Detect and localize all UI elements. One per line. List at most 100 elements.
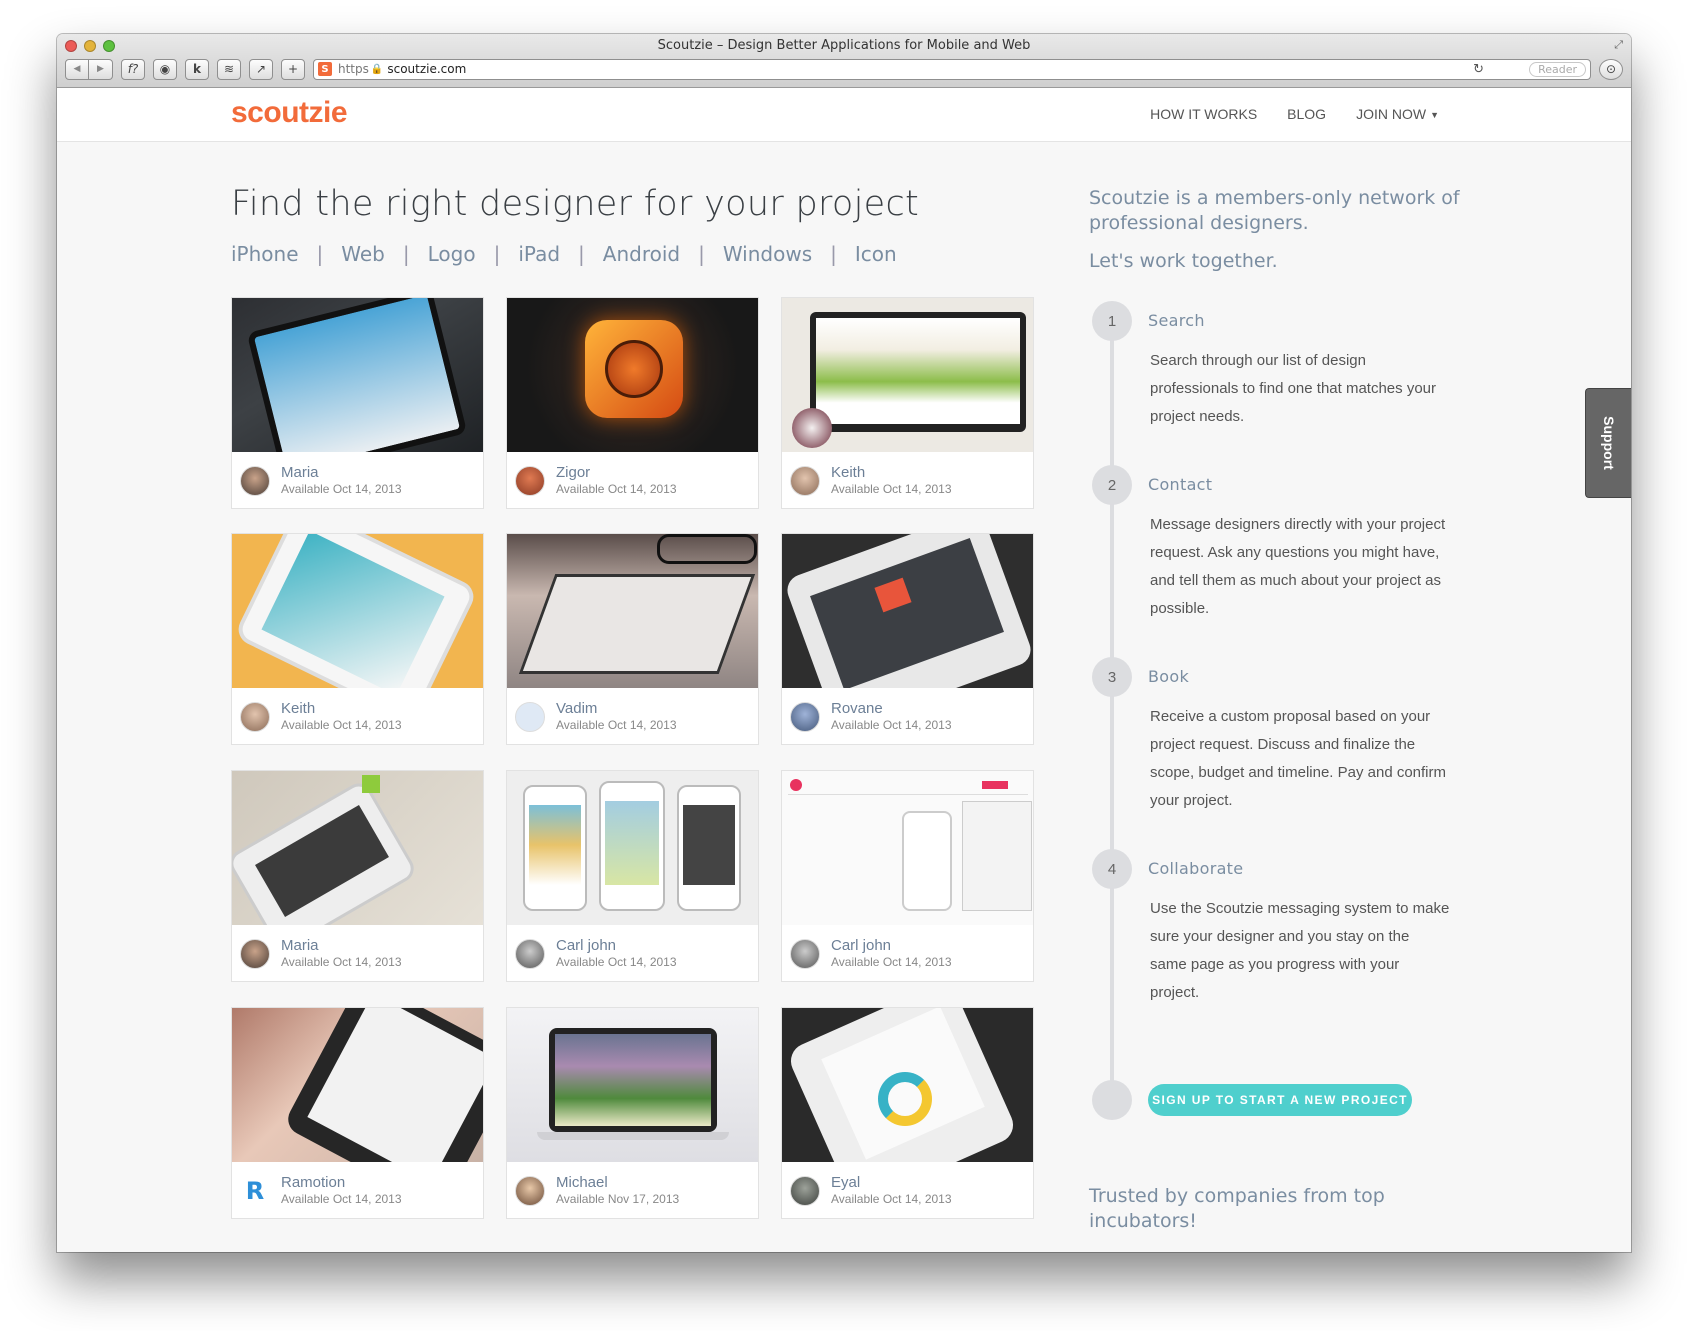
designer-card[interactable]: Carl john Available Oct 14, 2013 — [506, 770, 759, 982]
nav-how-it-works[interactable]: HOW IT WORKS — [1150, 106, 1257, 122]
designer-card[interactable]: Michael Available Nov 17, 2013 — [506, 1007, 759, 1219]
back-icon[interactable]: ◀ — [65, 58, 89, 80]
designer-name[interactable]: Keith — [831, 464, 865, 481]
avatar — [240, 939, 270, 969]
step-number: 1 — [1092, 301, 1132, 341]
caret-down-icon: ▼ — [1430, 110, 1439, 121]
designer-name[interactable]: Michael — [556, 1174, 608, 1191]
url-scheme: https — [338, 62, 369, 76]
filter-android[interactable]: Android — [603, 242, 680, 266]
project-thumbnail[interactable] — [782, 298, 1033, 452]
k-icon[interactable]: k — [185, 58, 209, 80]
avatar — [790, 702, 820, 732]
browser-chrome: Scoutzie – Design Better Applications fo… — [57, 34, 1631, 88]
designer-card[interactable]: Zigor Available Oct 14, 2013 — [506, 297, 759, 509]
project-thumbnail[interactable] — [507, 534, 758, 688]
fullscreen-icon[interactable]: ⤢ — [1614, 38, 1623, 52]
site-logo[interactable]: scoutzie — [231, 96, 348, 130]
designer-card[interactable]: Rovane Available Oct 14, 2013 — [781, 533, 1034, 745]
designer-name[interactable]: Maria — [281, 937, 319, 954]
project-thumbnail[interactable] — [782, 771, 1033, 925]
site-header: scoutzie HOW IT WORKS BLOG JOIN NOW ▼ — [57, 88, 1631, 142]
designer-name[interactable]: Carl john — [831, 937, 891, 954]
designer-card[interactable]: Vadim Available Oct 14, 2013 — [506, 533, 759, 745]
step-description: Receive a custom proposal based on your … — [1150, 708, 1447, 809]
circle-icon[interactable]: ◉ — [153, 58, 177, 80]
signup-button[interactable]: SIGN UP TO START A NEW PROJECT — [1148, 1084, 1412, 1116]
url-text: scoutzie.com — [387, 62, 467, 76]
reader-button[interactable]: Reader — [1529, 61, 1586, 77]
designer-card[interactable]: Keith Available Oct 14, 2013 — [231, 533, 484, 745]
support-tab[interactable]: Support — [1585, 388, 1631, 498]
step-description: Use the Scoutzie messaging system to mak… — [1150, 900, 1450, 1001]
availability: Available Oct 14, 2013 — [556, 955, 677, 969]
designer-card[interactable]: Keith Available Oct 14, 2013 — [781, 297, 1034, 509]
intro-tagline: Let's work together. — [1089, 250, 1278, 272]
designer-name[interactable]: Rovane — [831, 700, 883, 717]
filter-web[interactable]: Web — [341, 242, 385, 266]
designer-name[interactable]: Maria — [281, 464, 319, 481]
browser-window: Scoutzie – Design Better Applications fo… — [57, 34, 1631, 1252]
filter-windows[interactable]: Windows — [723, 242, 812, 266]
filter-logo[interactable]: Logo — [428, 242, 476, 266]
page-headline: Find the right designer for your project — [231, 184, 920, 224]
nav-join-now[interactable]: JOIN NOW ▼ — [1356, 106, 1439, 122]
add-tab-icon[interactable]: + — [281, 58, 305, 80]
browser-toolbar: ◀ ▶ f? ◉ k ≋ ↗ + S https 🔒 scoutzie.com … — [65, 58, 1623, 80]
address-bar[interactable]: S https 🔒 scoutzie.com ↻ Reader — [313, 58, 1591, 80]
filter-ipad[interactable]: iPad — [518, 242, 560, 266]
designer-name[interactable]: Eyal — [831, 1174, 860, 1191]
filter-iphone[interactable]: iPhone — [231, 242, 299, 266]
site-favicon: S — [318, 62, 332, 76]
availability: Available Oct 14, 2013 — [281, 1192, 402, 1206]
project-thumbnail[interactable] — [232, 771, 483, 925]
reload-icon[interactable]: ↻ — [1473, 62, 1484, 77]
availability: Available Oct 14, 2013 — [831, 955, 952, 969]
availability: Available Oct 14, 2013 — [281, 718, 402, 732]
availability: Available Oct 14, 2013 — [281, 482, 402, 496]
availability: Available Oct 14, 2013 — [281, 955, 402, 969]
project-thumbnail[interactable] — [507, 298, 758, 452]
availability: Available Oct 14, 2013 — [831, 1192, 952, 1206]
designer-name[interactable]: Keith — [281, 700, 315, 717]
nav-blog[interactable]: BLOG — [1287, 106, 1326, 122]
step-title: Search — [1148, 311, 1205, 330]
designer-card[interactable]: R Ramotion Available Oct 14, 2013 — [231, 1007, 484, 1219]
nav-join-now-label: JOIN NOW — [1356, 106, 1427, 122]
avatar — [240, 466, 270, 496]
designer-card[interactable]: Maria Available Oct 14, 2013 — [231, 770, 484, 982]
avatar — [790, 1176, 820, 1206]
project-thumbnail[interactable] — [232, 298, 483, 452]
layers-icon[interactable]: ≋ — [217, 58, 241, 80]
fonts-icon[interactable]: f? — [121, 58, 145, 80]
project-thumbnail[interactable] — [507, 771, 758, 925]
designer-name[interactable]: Carl john — [556, 937, 616, 954]
designer-card[interactable]: Eyal Available Oct 14, 2013 — [781, 1007, 1034, 1219]
project-thumbnail[interactable] — [232, 534, 483, 688]
filter-icon[interactable]: Icon — [855, 242, 897, 266]
download-icon[interactable]: ⊙ — [1599, 58, 1623, 80]
availability: Available Oct 14, 2013 — [556, 718, 677, 732]
share-icon[interactable]: ↗ — [249, 58, 273, 80]
designer-card[interactable]: Carl john Available Oct 14, 2013 — [781, 770, 1034, 982]
forward-icon[interactable]: ▶ — [89, 58, 113, 80]
avatar: R — [240, 1176, 270, 1206]
project-thumbnail[interactable] — [782, 534, 1033, 688]
project-thumbnail[interactable] — [782, 1008, 1033, 1162]
timeline-end-dot — [1092, 1080, 1132, 1120]
filter-separator: | — [402, 242, 410, 266]
timeline-line — [1110, 324, 1114, 1084]
designer-name[interactable]: Ramotion — [281, 1174, 345, 1191]
designer-name[interactable]: Vadim — [556, 700, 597, 717]
availability: Available Nov 17, 2013 — [556, 1192, 680, 1206]
avatar — [790, 939, 820, 969]
filter-separator: | — [578, 242, 585, 266]
filter-separator: | — [316, 242, 324, 266]
designer-name[interactable]: Zigor — [556, 464, 590, 481]
main-nav: HOW IT WORKS BLOG JOIN NOW ▼ — [1150, 106, 1439, 122]
project-thumbnail[interactable] — [232, 1008, 483, 1162]
project-thumbnail[interactable] — [507, 1008, 758, 1162]
avatar — [790, 466, 820, 496]
designer-card[interactable]: Maria Available Oct 14, 2013 — [231, 297, 484, 509]
window-title: Scoutzie – Design Better Applications fo… — [657, 38, 1031, 53]
